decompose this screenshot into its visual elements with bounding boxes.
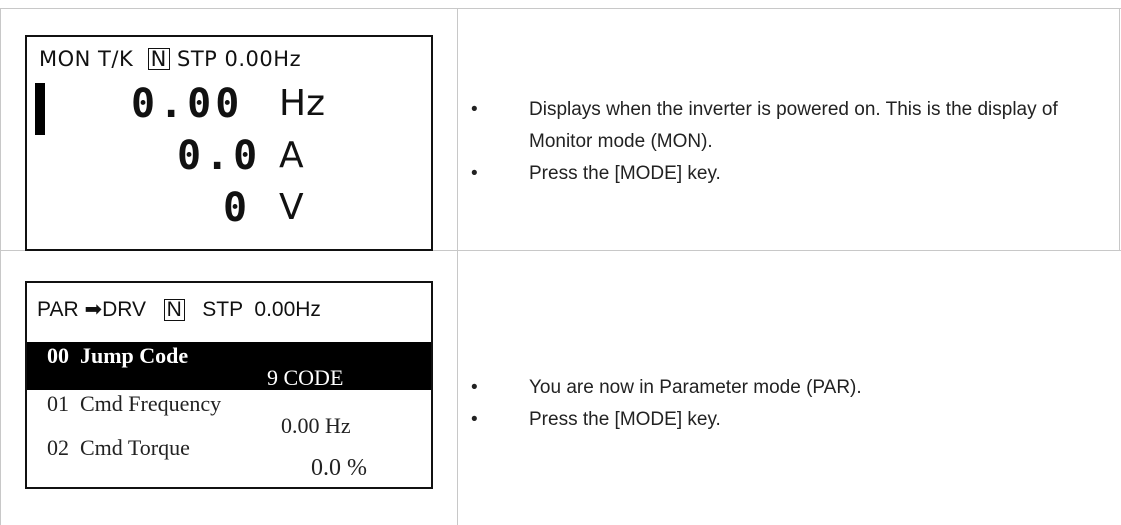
table-column-divider <box>457 8 458 525</box>
status-group: DRV <box>102 298 147 321</box>
lcd-cursor <box>35 83 45 135</box>
list-item: • Displays when the inverter is powered o… <box>471 94 1111 158</box>
lcd-status-line: PAR ➡DRV N STP 0.00Hz <box>37 297 321 322</box>
bullet-dot: • <box>471 163 478 184</box>
list-item: • You are now in Parameter mode (PAR). <box>471 372 1111 404</box>
param-row-selected: 00 Jump Code <box>47 343 189 368</box>
voltage-unit: V <box>279 187 304 228</box>
voltage-value: 0 <box>223 185 252 231</box>
parameter-mode-display: PAR ➡DRV N STP 0.00Hz 00 Jump Code 9 COD… <box>25 281 433 489</box>
list-item: • Press the [MODE] key. <box>471 158 1111 190</box>
param-row: 02 Cmd Torque <box>47 435 190 460</box>
row1-instructions: • Displays when the inverter is powered o… <box>471 94 1111 190</box>
table-left-border <box>0 8 1 525</box>
frequency-unit: Hz <box>279 83 325 124</box>
status-mode: PAR <box>37 298 79 321</box>
status-n-box: N <box>163 299 185 321</box>
param-value: 0.00 Hz <box>281 413 351 438</box>
bullet-dot: • <box>471 99 478 120</box>
monitor-mode-display: MON T/K N STP 0.00Hz 0.00 Hz 0.0 A 0 V <box>25 35 433 251</box>
param-value-selected: 9 CODE <box>267 365 344 390</box>
status-mode: MON <box>39 47 91 71</box>
table-right-border <box>1119 8 1120 250</box>
bullet-dot: • <box>471 409 478 430</box>
status-n-box: N <box>147 48 170 70</box>
row2-instructions: • You are now in Parameter mode (PAR). • P… <box>471 372 1111 436</box>
lcd-status-line: MON T/K N STP 0.00Hz <box>39 47 301 71</box>
status-stp: STP <box>177 47 218 71</box>
current-value: 0.0 <box>177 133 262 179</box>
status-freq: 0.00Hz <box>254 298 321 321</box>
current-unit: A <box>279 135 304 176</box>
param-value: 0.0 % <box>311 455 367 481</box>
status-stp: STP <box>202 298 243 321</box>
arrow-right-icon: ➡ <box>84 298 103 321</box>
list-item: • Press the [MODE] key. <box>471 404 1111 436</box>
status-freq: 0.00Hz <box>224 47 302 71</box>
frequency-value: 0.00 <box>131 81 244 127</box>
bullet-dot: • <box>471 377 478 398</box>
param-row: 01 Cmd Frequency <box>47 391 222 416</box>
table-top-border <box>0 8 1121 9</box>
status-tk: T/K <box>98 47 134 71</box>
